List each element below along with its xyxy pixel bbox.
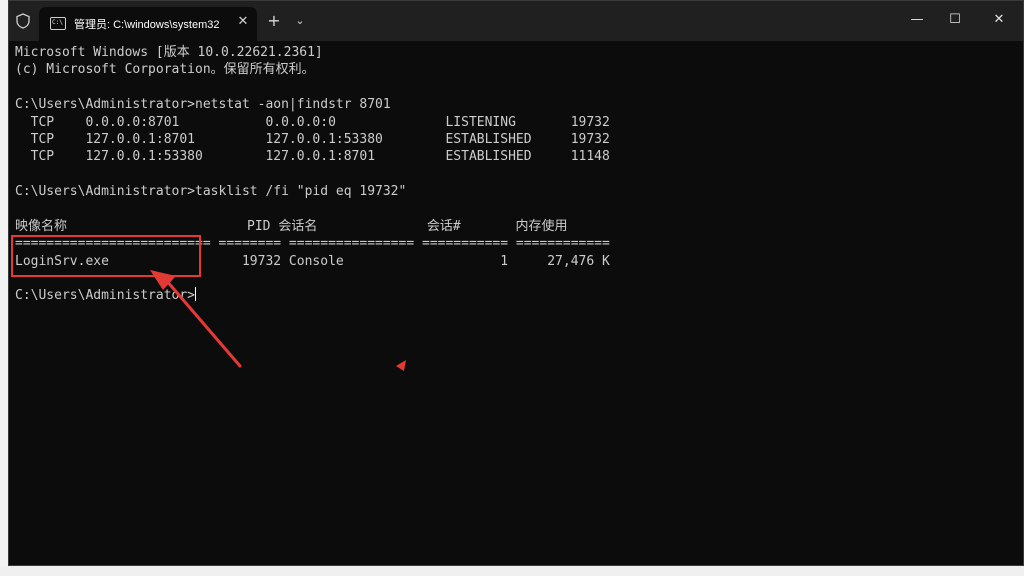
- new-tab-button[interactable]: +: [265, 12, 283, 30]
- minimize-button[interactable]: —: [905, 9, 929, 31]
- title-bar[interactable]: C:\ 管理员: C:\windows\system32 ✕ + ⌄ — ☐ ✕: [9, 1, 1023, 41]
- screen: C:\ 管理员: C:\windows\system32 ✕ + ⌄ — ☐ ✕…: [0, 0, 1024, 576]
- console-line: (c) Microsoft Corporation。保留所有权利。: [15, 62, 315, 78]
- console-prompt: C:\Users\Administrator>: [15, 288, 196, 304]
- close-button[interactable]: ✕: [987, 9, 1011, 31]
- console-line: LoginSrv.exe 19732 Console 1 27,476 K: [15, 253, 610, 269]
- console-line: 映像名称 PID 会话名 会话# 内存使用: [15, 218, 568, 234]
- tab-title: 管理员: C:\windows\system32: [74, 19, 220, 31]
- console-line: TCP 0.0.0.0:8701 0.0.0.0:0 LISTENING 197…: [15, 114, 610, 130]
- console-line: TCP 127.0.0.1:8701 127.0.0.1:53380 ESTAB…: [15, 131, 610, 147]
- background-desktop-bottom: [0, 566, 1024, 576]
- chevron-down-icon[interactable]: ⌄: [291, 12, 309, 30]
- tab-cmd[interactable]: C:\ 管理员: C:\windows\system32 ✕: [39, 7, 257, 41]
- cmd-icon: C:\: [50, 17, 66, 30]
- terminal-window[interactable]: C:\ 管理员: C:\windows\system32 ✕ + ⌄ — ☐ ✕…: [8, 0, 1024, 566]
- console-line: C:\Users\Administrator>tasklist /fi "pid…: [15, 184, 407, 200]
- console-line: Microsoft Windows [版本 10.0.22621.2361]: [15, 45, 323, 60]
- console-line: ========================= ======== =====…: [15, 236, 610, 252]
- console-prompt-line[interactable]: C:\Users\Administrator>: [15, 287, 1005, 304]
- console-line: C:\Users\Administrator>netstat -aon|find…: [15, 97, 391, 113]
- admin-shield-icon: [16, 13, 30, 29]
- maximize-button[interactable]: ☐: [943, 9, 967, 31]
- text-cursor: [195, 287, 197, 302]
- close-tab-icon[interactable]: ✕: [235, 14, 251, 30]
- console-output[interactable]: Microsoft Windows [版本 10.0.22621.2361] (…: [15, 44, 1005, 554]
- console-line: TCP 127.0.0.1:53380 127.0.0.1:8701 ESTAB…: [15, 149, 610, 165]
